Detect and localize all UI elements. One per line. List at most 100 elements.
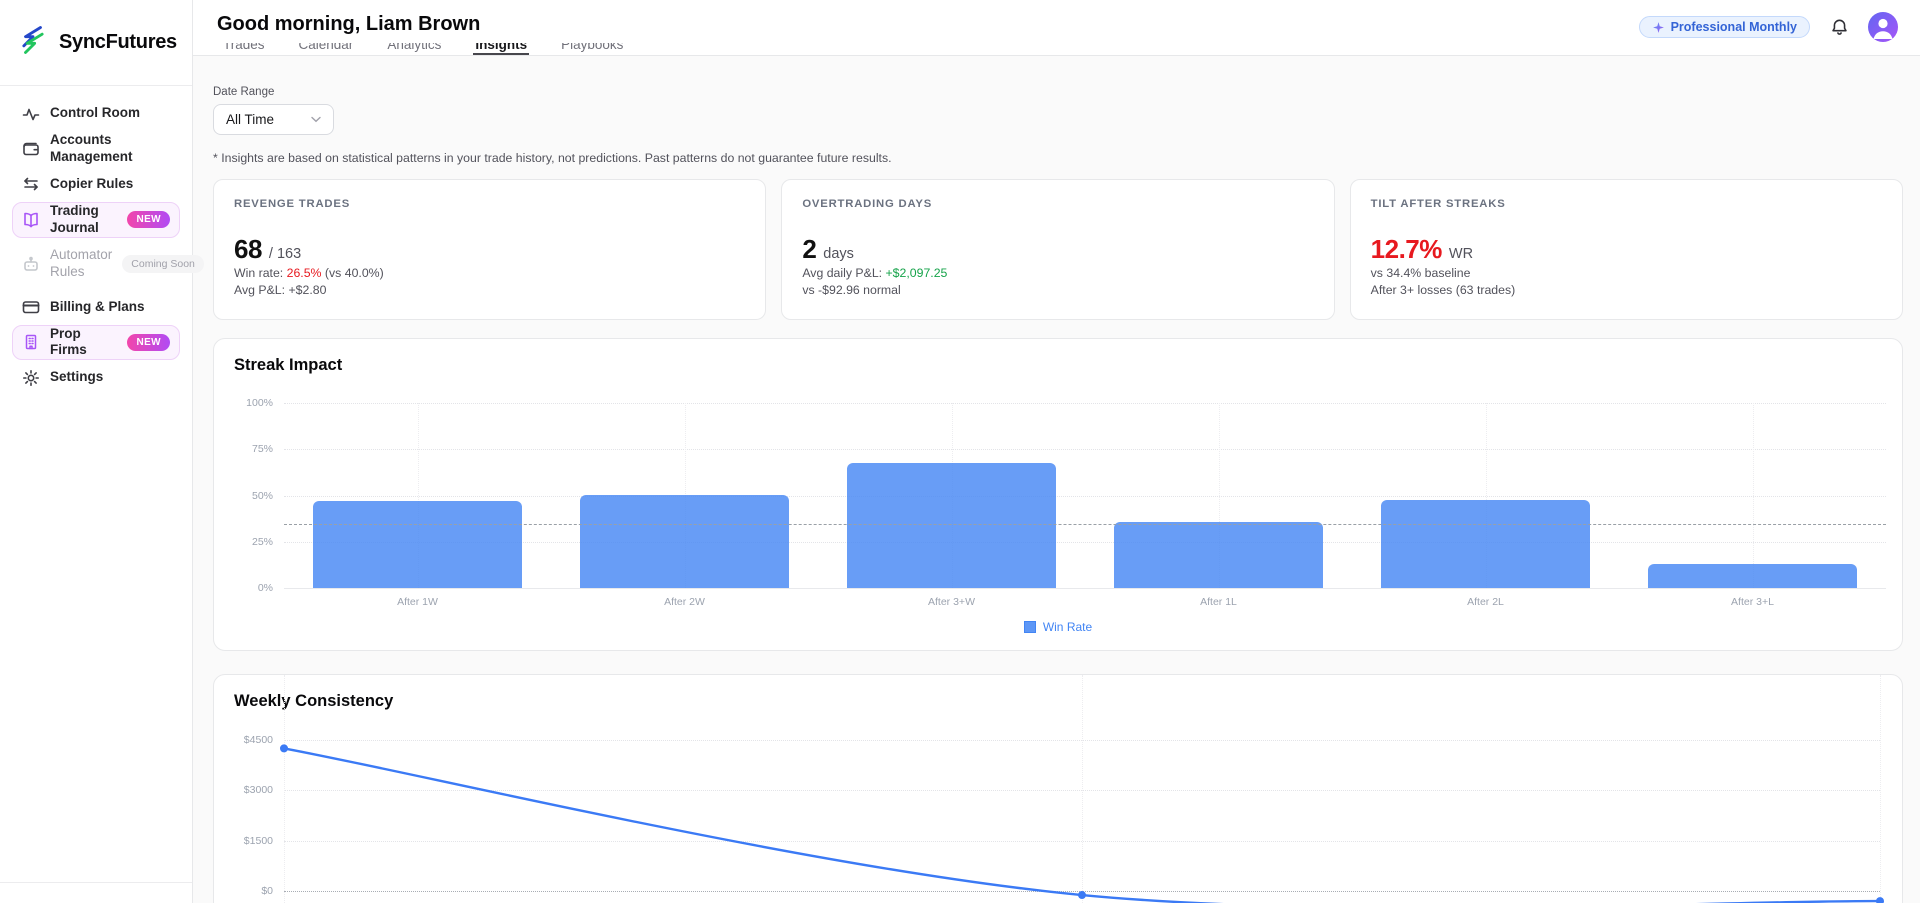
coming-soon-badge: Coming Soon [122,255,204,273]
tab-insights[interactable]: Insights [473,43,529,55]
user-avatar[interactable] [1868,12,1898,42]
win-rate-bar [580,495,788,588]
streak-impact-panel: Streak Impact After 1WAfter 2WAfter 3+WA… [213,338,1903,651]
sidebar-item-label: Billing & Plans [50,299,170,316]
card-revenge-trades: REVENGE TRADES 68 / 163 Win rate: 26.5% … [213,179,766,320]
x-axis-tick: After 3+L [1688,596,1818,608]
y-axis-tick: 25% [214,536,273,548]
sidebar-item-accounts-management[interactable]: Accounts Management [12,131,180,167]
card-value: 12.7% [1371,234,1442,265]
swap-arrows-icon [22,175,40,193]
y-axis-tick: 75% [214,443,273,455]
building-icon [22,333,40,351]
tab-analytics[interactable]: Analytics [385,43,443,55]
date-range-value: All Time [226,112,311,127]
chevron-down-icon [311,116,321,123]
gridline [1880,675,1881,903]
y-axis-tick: 50% [214,490,273,502]
card-tilt-after-streaks: TILT AFTER STREAKS 12.7% WR vs 34.4% bas… [1350,179,1903,320]
x-axis-tick: After 3+W [887,596,1017,608]
card-value: 2 [802,234,816,265]
legend-swatch [1024,621,1036,633]
tab-calendar[interactable]: Calendar [297,43,356,55]
streak-plot: After 1WAfter 2WAfter 3+WAfter 1LAfter 2… [284,403,1886,589]
activity-icon [22,105,40,123]
sidebar-item-label: Trading Journal [50,203,117,237]
card-overtrading-days: OVERTRADING DAYS 2 days Avg daily P&L: +… [781,179,1334,320]
weekly-consistency-panel: Weekly Consistency $4500$3000$1500$0 [213,674,1903,903]
card-detail-line: Avg P&L: +$2.80 [234,282,745,299]
sidebar-item-prop-firms[interactable]: Prop Firms NEW [12,325,180,361]
y-axis-tick: $3000 [214,784,273,796]
sparkle-icon [1652,21,1665,34]
card-value-suffix: days [823,246,854,262]
top-header: Good morning, Liam Brown Professional Mo… [193,0,1920,56]
main-area: Good morning, Liam Brown Professional Mo… [193,0,1920,903]
y-axis-tick: $1500 [214,835,273,847]
plan-badge-label: Professional Monthly [1671,20,1797,34]
card-value-suffix: / 163 [269,246,301,262]
win-rate-bar [1381,500,1589,588]
card-title: OVERTRADING DAYS [802,198,1313,210]
sidebar-item-automator-rules: Automator Rules Coming Soon [12,238,180,290]
data-point [1876,897,1884,903]
win-rate-bar [847,463,1055,588]
syncfutures-logo-icon [18,25,48,60]
insights-content: Date Range All Time * Insights are based… [193,56,1920,903]
x-axis-tick: After 2W [620,596,750,608]
wallet-icon [22,140,40,158]
tab-playbooks[interactable]: Playbooks [559,43,625,55]
plan-badge: Professional Monthly [1639,16,1810,38]
user-icon [1868,12,1898,42]
data-point [280,744,288,752]
y-axis-tick: 100% [214,397,273,409]
sidebar-item-copier-rules[interactable]: Copier Rules [12,167,180,202]
bell-icon [1830,18,1849,37]
weekly-pnl-line [284,748,1880,903]
gridline [1753,403,1754,588]
y-axis-tick: $4500 [214,734,273,746]
gridline [284,449,1886,450]
x-axis-tick: After 2L [1421,596,1551,608]
app-window: SyncFutures Control Room Accounts Manage… [0,0,1920,903]
sidebar-item-trading-journal[interactable]: Trading Journal NEW [12,202,180,238]
robot-icon [22,255,40,273]
new-badge: NEW [127,334,170,351]
brand-name: SyncFutures [59,31,177,54]
sidebar-item-label: Automator Rules [50,247,112,281]
sidebar-item-billing-plans[interactable]: Billing & Plans [12,290,180,325]
gridline [284,542,1886,543]
page-greeting: Good morning, Liam Brown [217,13,480,36]
weekly-line-svg [284,675,1880,903]
card-detail-line: vs 34.4% baseline [1371,265,1882,282]
gear-icon [22,369,40,387]
y-axis-tick: 0% [214,582,273,594]
data-point [1078,891,1086,899]
x-axis-tick: After 1W [353,596,483,608]
card-detail-line: Win rate: 26.5% (vs 40.0%) [234,265,745,282]
sidebar-item-label: Prop Firms [50,326,117,360]
open-book-icon [22,211,40,229]
credit-card-icon [22,298,40,316]
new-badge: NEW [127,211,170,228]
card-detail-line: vs -$92.96 normal [802,282,1313,299]
tab-trades[interactable]: Trades [221,43,267,55]
chart-legend: Win Rate [214,620,1902,634]
date-range-select[interactable]: All Time [213,104,334,135]
card-value: 68 [234,234,262,265]
tab-bar: Trades Calendar Analytics Insights Playb… [221,43,625,55]
insight-cards-row: REVENGE TRADES 68 / 163 Win rate: 26.5% … [213,179,1903,320]
win-rate-bar [1648,564,1856,588]
sidebar-item-control-room[interactable]: Control Room [12,96,180,131]
win-rate-bar [1114,522,1322,588]
date-range-filter: Date Range All Time [213,86,1903,135]
date-range-label: Date Range [213,86,1903,98]
notifications-button[interactable] [1824,12,1854,42]
brand-logo[interactable]: SyncFutures [0,0,192,86]
sidebar-item-settings[interactable]: Settings [12,360,180,395]
card-detail-line: After 3+ losses (63 trades) [1371,282,1882,299]
sidebar-item-label: Settings [50,369,170,386]
sidebar-item-label: Control Room [50,105,170,122]
streak-impact-title: Streak Impact [234,356,342,375]
card-title: TILT AFTER STREAKS [1371,198,1882,210]
